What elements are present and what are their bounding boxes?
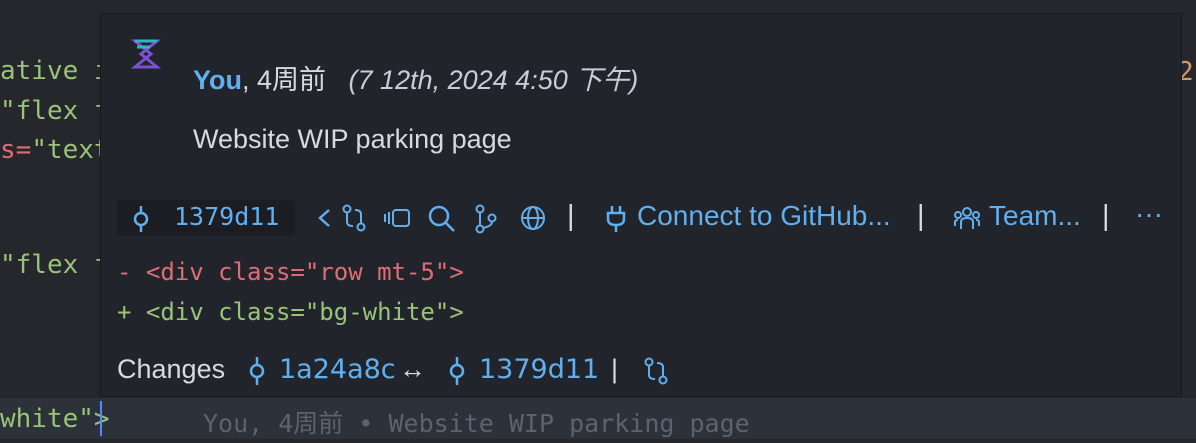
changes-arrow: ↔ <box>399 354 426 384</box>
git-commit-icon <box>449 357 465 385</box>
commit-sha-chip[interactable]: 1379d11 <box>117 200 295 236</box>
code-line-current: white"> <box>0 404 110 434</box>
separator: | <box>567 200 575 232</box>
compare-changes-icon[interactable] <box>643 357 669 385</box>
author-name[interactable]: You <box>193 65 242 95</box>
separator: | <box>611 354 619 384</box>
graph-branch-icon[interactable] <box>473 204 499 234</box>
inspect-details-icon[interactable] <box>383 204 413 232</box>
gitkraken-logo <box>131 39 161 69</box>
gitlens-hover-card: You, 4周前 (7 12th, 2024 4:50 下午) Website … <box>100 13 1182 397</box>
code-line: s="text <box>0 135 110 165</box>
separator: | <box>1102 200 1110 232</box>
plug-icon[interactable] <box>605 204 627 234</box>
connect-github-link[interactable]: Connect to GitHub... <box>637 200 891 232</box>
team-icon[interactable] <box>953 204 981 232</box>
commit-sha: 1379d11 <box>174 202 280 231</box>
commit-message: Website WIP parking page <box>193 124 512 154</box>
team-link[interactable]: Team... <box>989 200 1081 232</box>
git-commit-icon <box>249 357 265 385</box>
attr-name: s= <box>0 135 32 165</box>
changes-from-sha[interactable]: 1a24a8c <box>279 354 396 385</box>
commit-toolbar: 1379d11 | Connect to GitHub... | Team...… <box>117 198 1167 236</box>
code-line: "flex f <box>0 250 110 280</box>
more-actions-button[interactable]: ··· <box>1135 198 1163 230</box>
text-caret <box>100 401 102 436</box>
commit-date: (7 12th, 2024 4:50 下午) <box>348 65 639 95</box>
git-commit-icon <box>133 206 149 232</box>
changes-label: Changes <box>117 354 226 384</box>
commit-author-line: You, 4周前 (7 12th, 2024 4:50 下午) <box>193 58 638 97</box>
compare-changes-icon[interactable] <box>341 204 367 232</box>
relative-time: , 4周前 <box>242 65 327 95</box>
globe-icon[interactable] <box>519 204 547 232</box>
search-icon[interactable] <box>427 204 457 234</box>
diff-added-line: + <div class="bg-white"> <box>117 298 464 326</box>
changes-to-sha[interactable]: 1379d11 <box>479 354 599 385</box>
inline-blame: You, 4周前 • Website WIP parking page <box>203 409 750 438</box>
chevron-left-icon[interactable] <box>317 204 331 232</box>
attr-value: "text <box>31 135 110 165</box>
separator: | <box>917 200 925 232</box>
diff-removed-line: - <div class="row mt-5"> <box>117 258 464 286</box>
code-line: ative i <box>0 56 110 86</box>
code-line: "flex f <box>0 96 110 126</box>
changes-row: Changes 1a24a8c ↔ 1379d11 | <box>117 354 717 388</box>
